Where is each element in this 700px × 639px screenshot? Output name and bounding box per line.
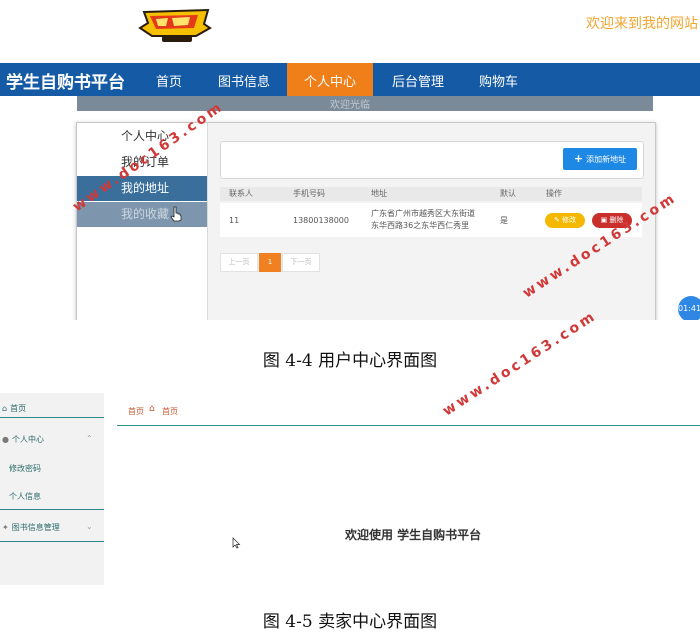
brand-title[interactable]: 学生自购书平台 [6,68,125,93]
nav-personal-center[interactable]: 个人中心 [304,71,356,90]
home-icon: ⌂ [149,404,155,414]
prev-page-button[interactable]: 上一页 [220,253,258,272]
sidebar-item-home[interactable]: ⌂ 首页 [0,403,104,414]
arrow-cursor-icon [232,537,241,549]
add-address-label: 添加新地址 [586,155,627,164]
sidebar-item-personal-center[interactable]: ● 个人中心 ⌃ [0,434,104,445]
figure-caption-1: 图 4-4 用户中心界面图 [262,351,438,371]
page-1-button[interactable]: 1 [259,253,281,272]
figure-caption-2: 图 4-5 卖家中心界面图 [262,612,438,632]
col-actions: 操作 [546,189,562,198]
cell-default: 是 [500,216,508,225]
sidebar-item-book-management[interactable]: ✦ 图书信息管理 ⌄ [0,522,104,533]
chevron-up-icon: ⌃ [86,434,93,443]
top-navbar: 学生自购书平台 首页 图书信息 个人中心 后台管理 购物车 [0,63,700,96]
table-row: 11 13800138000 广东省广州市越秀区大东街道 东华西路36之东华西仁… [220,203,642,237]
cell-phone: 13800138000 [293,216,349,225]
admin-sidebar: ⌂ 首页 ● 个人中心 ⌃ 修改密码 个人信息 ✦ 图书信息管理 ⌄ [0,393,104,585]
welcome-text: 欢迎来到我的网站 [586,16,698,32]
breadcrumb-home[interactable]: 首页 [128,406,144,417]
hand-cursor-icon [170,206,182,222]
col-contact: 联系人 [229,189,253,198]
address-toolbar: + 添加新地址 [220,141,644,179]
sidebar-item-change-password[interactable]: 修改密码 [0,463,104,474]
edit-button[interactable]: ✎ 修改 [545,213,585,228]
table-header: 联系人 手机号码 地址 默认 操作 [220,187,642,201]
user-icon: ● [2,435,9,444]
sidebar-divider [0,541,104,542]
sidebar-divider [0,509,104,510]
nav-book-info[interactable]: 图书信息 [218,71,270,90]
logo-emblem [138,8,212,42]
cell-address-line2: 东华西路36之东华西仁秀里 [371,221,470,230]
col-default: 默认 [500,189,516,198]
seller-center-screenshot: ⌂ 首页 ● 个人中心 ⌃ 修改密码 个人信息 ✦ 图书信息管理 ⌄ 首页 ⌂ 首页 … [0,393,700,585]
hero-text: 欢迎光临 [330,100,370,111]
col-address: 地址 [371,189,387,198]
col-phone: 手机号码 [293,189,325,198]
address-content: + 添加新地址 联系人 手机号码 地址 默认 操作 11 13800138000 … [208,123,655,320]
nav-home[interactable]: 首页 [156,71,182,90]
nav-cart[interactable]: 购物车 [479,71,518,90]
floating-time-button[interactable]: 01:41 [678,296,700,320]
next-page-button[interactable]: 下一页 [282,253,320,272]
pencil-icon: ✎ [553,216,560,224]
trash-icon: ▣ [600,216,608,224]
cell-contact: 11 [229,216,240,225]
sidebar-book-label: 图书信息管理 [11,523,60,532]
sidebar-personal-label: 个人中心 [11,435,44,444]
sidebar-divider [0,417,104,418]
breadcrumb: 首页 ⌂ 首页 [117,393,700,426]
edit-label: 修改 [562,216,577,224]
nav-admin[interactable]: 后台管理 [392,71,444,90]
menu-my-favorites[interactable]: 我的收藏 [77,202,207,227]
site-logo[interactable] [138,6,214,44]
sidebar-home-label: 首页 [10,404,27,413]
breadcrumb-current: 首页 [162,407,178,416]
cell-address-line1: 广东省广州市越秀区大东街道 [371,209,475,218]
user-center-screenshot: 欢迎来到我的网站 学生自购书平台 首页 图书信息 个人中心 后台管理 购物车 欢… [0,0,700,320]
seller-welcome-text: 欢迎使用 学生自购书平台 [345,528,482,542]
add-address-button[interactable]: + 添加新地址 [563,148,637,170]
sidebar-item-personal-info[interactable]: 个人信息 [0,491,104,502]
settings-icon: ✦ [2,523,9,532]
chevron-down-icon: ⌄ [86,522,93,531]
seller-main: 首页 ⌂ 首页 欢迎使用 学生自购书平台 [117,393,700,585]
home-icon: ⌂ [2,404,8,413]
plus-icon: + [573,152,584,165]
